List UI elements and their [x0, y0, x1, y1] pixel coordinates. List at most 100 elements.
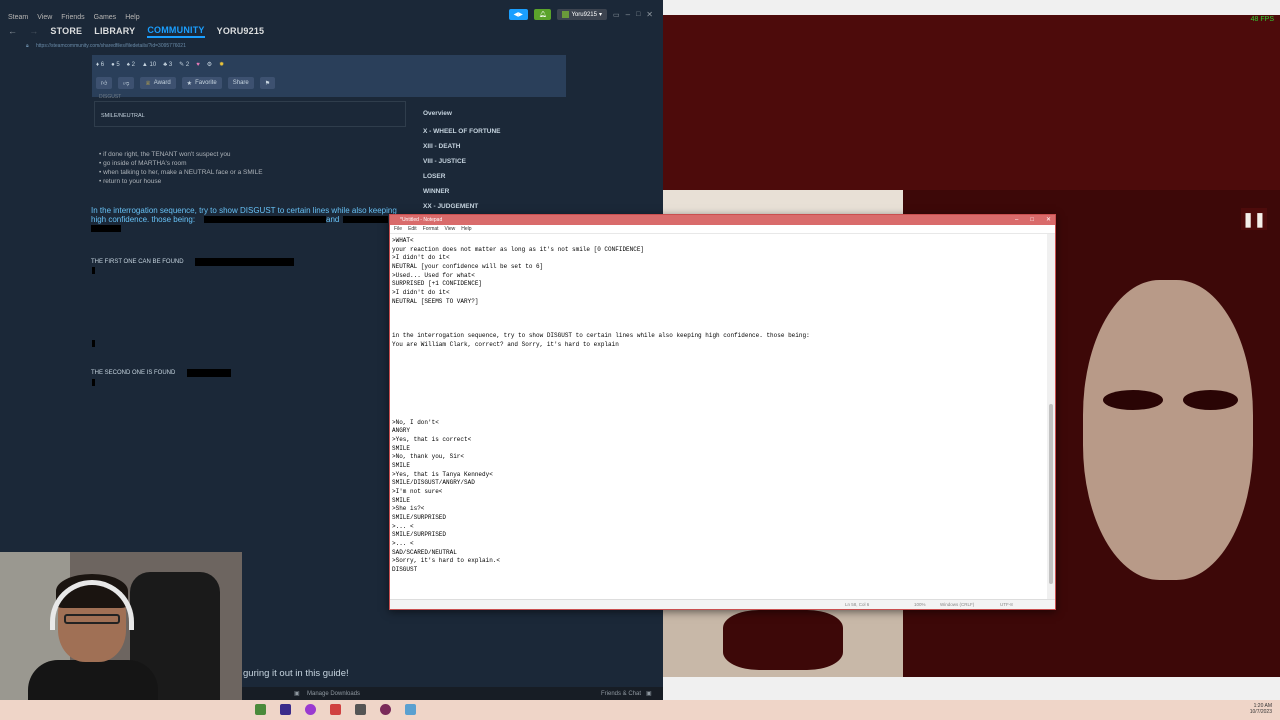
menu-help[interactable]: Help [125, 14, 139, 21]
guide-outro: guring it out in this guide! [243, 668, 349, 679]
minimize-icon[interactable]: – [626, 10, 630, 19]
guide-award-stats: ♦ 6 ● 5 ♠ 2 ▲ 10 ♣ 3 ✎ 2 ♥ ⚙ ✹ [96, 61, 225, 69]
desktop: Steam View Friends Games Help ◀▶ 🔔︎ Yoru… [0, 0, 1280, 720]
notepad-title: *Untitled - Notepad [400, 217, 443, 223]
menu-file[interactable]: File [394, 226, 402, 232]
menu-friends[interactable]: Friends [61, 14, 84, 21]
guide-outro-link[interactable]: this guide! [303, 668, 348, 679]
award-stat: ✎ 2 [179, 62, 190, 68]
flag-icon: ⚑ [264, 80, 271, 87]
table-of-contents: Overview X - WHEEL OF FORTUNE XIII - DEA… [420, 97, 566, 212]
spoiler-block[interactable] [92, 379, 95, 386]
notepad-line: >No, thank you, Sir< [392, 453, 465, 461]
spoiler-block[interactable] [91, 225, 121, 232]
toc-item[interactable]: XIII - DEATH [423, 143, 460, 150]
spoiler-block[interactable] [343, 216, 388, 223]
guide-actions: 👍︎ 👎︎ ♕ Award ★ Favorite Share ⚑ [96, 77, 276, 89]
notepad-line: DISGUST [392, 565, 418, 573]
award-icon: ♕ [145, 80, 151, 87]
user-chip-name: Yoru9215 [571, 11, 597, 18]
nav-community[interactable]: COMMUNITY [147, 25, 205, 38]
app-icon[interactable] [280, 704, 291, 715]
award-icon: ⚙ [206, 62, 213, 68]
notepad-statusbar: Ln 58, Col 6 100% Windows (CRLF) UTF-8 [390, 599, 1055, 609]
menu-help[interactable]: Help [461, 226, 471, 232]
star-icon: ★ [186, 80, 193, 87]
broadcast-icon[interactable]: ◀▶ [508, 9, 528, 20]
manage-downloads[interactable]: Manage Downloads [307, 691, 360, 697]
minimize-icon[interactable]: – [1015, 215, 1018, 225]
disgust-small: DISGUST [99, 94, 122, 100]
encoding: UTF-8 [1000, 602, 1013, 607]
notepad-line: SAD/SCARED/NEUTRAL [392, 548, 457, 556]
cursor-position: Ln 58, Col 6 [845, 602, 870, 607]
back-arrow-icon[interactable]: ← [8, 26, 17, 36]
toc-item[interactable]: XX - JUDGEMENT [423, 203, 478, 210]
list-item: • go inside of MARTHA's room [99, 160, 187, 167]
spoiler-block[interactable] [92, 267, 95, 274]
app-icon[interactable] [305, 704, 316, 715]
window-controls: – □ ✕ [1015, 215, 1051, 225]
chat-icon[interactable]: ▣ [646, 690, 652, 697]
user-chip[interactable]: Yoru9215 ▾ [557, 9, 607, 20]
close-icon[interactable]: ✕ [1046, 215, 1051, 225]
toc-item[interactable]: X - WHEEL OF FORTUNE [423, 128, 501, 135]
nav-store[interactable]: STORE [50, 26, 82, 36]
url-bar[interactable]: 🔒︎ https://steamcommunity.com/sharedfile… [0, 40, 663, 52]
spoiler-block[interactable] [204, 216, 326, 223]
monitor-icon[interactable]: ▭ [613, 11, 620, 19]
toc-overview[interactable]: Overview [423, 110, 452, 117]
close-icon[interactable]: ✕ [646, 10, 653, 19]
scrollbar-thumb[interactable] [1049, 404, 1053, 584]
app-icon[interactable] [255, 704, 266, 715]
menu-view[interactable]: View [37, 14, 52, 21]
pause-button[interactable]: ❚❚ [1241, 208, 1267, 230]
notepad-line [392, 410, 1042, 419]
notepad-line: SMILE [392, 462, 411, 470]
flag-button[interactable]: ⚑ [259, 77, 276, 89]
app-icon[interactable] [380, 704, 391, 715]
menu-steam[interactable]: Steam [8, 14, 28, 21]
toc-item[interactable]: WINNER [423, 188, 449, 195]
star-icon: ✹ [219, 62, 225, 68]
forward-arrow-icon[interactable]: → [29, 26, 38, 36]
portrait-eye [1103, 390, 1163, 410]
toc-item[interactable]: VIII - JUSTICE [423, 158, 466, 165]
spoiler-block[interactable] [92, 340, 95, 347]
notepad-line: >I'm not sure< [392, 488, 443, 496]
settings-icon[interactable] [355, 704, 366, 715]
notepad-line [392, 315, 1042, 324]
toc-item[interactable]: LOSER [423, 173, 445, 180]
friends-chat[interactable]: Friends & Chat [601, 691, 641, 697]
notification-bell-icon[interactable]: 🔔︎ [533, 9, 552, 20]
thumbs-down-button[interactable]: 👎︎ [118, 77, 135, 89]
notepad-line [392, 401, 1042, 410]
notepad-line: SMILE/SURPRISED [392, 531, 447, 539]
menu-format[interactable]: Format [423, 226, 439, 232]
maximize-icon[interactable]: □ [1030, 215, 1034, 225]
favorite-button[interactable]: ★ Favorite [181, 77, 222, 89]
notepad-line: SMILE/SURPRISED [392, 514, 447, 521]
thumbs-up-button[interactable]: 👍︎ [96, 77, 113, 89]
nav-library[interactable]: LIBRARY [94, 26, 135, 36]
notepad-text-area[interactable]: >WHAT< your reaction does not matter as l… [392, 237, 1042, 599]
award-button[interactable]: ♕ Award [140, 77, 176, 89]
guide-outro-text: guring it out in [243, 668, 303, 679]
notepad-line: >I didn't do it< [392, 288, 450, 296]
notepad-line: >... < [392, 539, 414, 547]
spoiler-block[interactable] [187, 369, 231, 377]
spoiler-block[interactable] [195, 258, 294, 266]
menu-games[interactable]: Games [94, 14, 117, 21]
notepad-line [392, 367, 1042, 376]
scrollbar[interactable] [1047, 234, 1055, 601]
menu-view[interactable]: View [445, 226, 456, 232]
notepad-taskbar-icon[interactable] [405, 704, 416, 715]
maximize-icon[interactable]: □ [636, 11, 640, 18]
share-button[interactable]: Share [227, 77, 254, 89]
app-icon[interactable] [330, 704, 341, 715]
nav-username[interactable]: YORU9215 [217, 26, 265, 36]
notepad-line: in the interrogation sequence, try to sh… [392, 332, 810, 340]
menu-edit[interactable]: Edit [408, 226, 417, 232]
notepad-line [392, 358, 1042, 367]
heart-icon: ♥ [196, 61, 200, 68]
